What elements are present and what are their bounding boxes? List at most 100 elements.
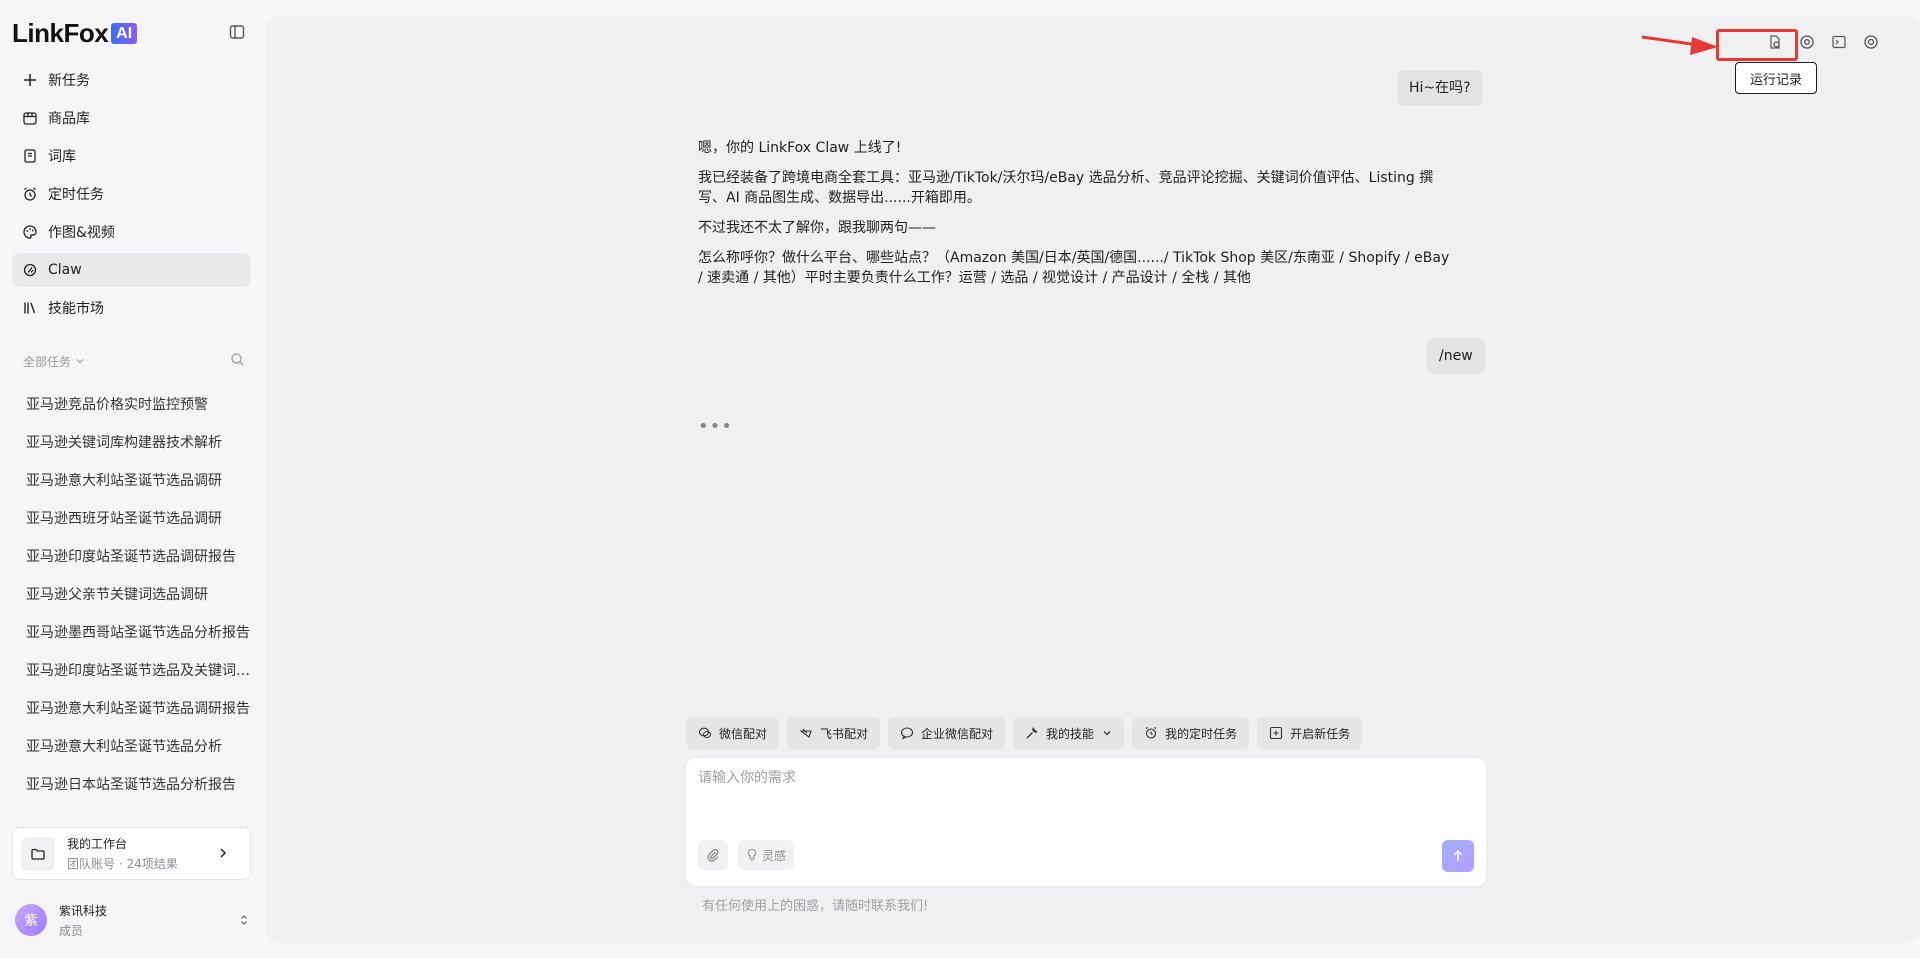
typing-indicator: ••• <box>698 416 733 437</box>
new-task-button[interactable]: 开启新任务 <box>1257 717 1363 749</box>
task-list-header: 全部任务 <box>23 351 245 371</box>
nav-item-claw[interactable]: Claw <box>12 253 251 287</box>
sidebar: LinkFox AI 新任务 商品库 词库 定时任务 作图&视频 Claw 技能… <box>0 0 264 958</box>
chevron-down-icon <box>76 359 84 364</box>
logo-text: LinkFox <box>12 18 109 48</box>
plus-icon <box>22 72 38 88</box>
avatar: 紫 <box>15 904 47 936</box>
top-toolbar <box>1766 33 1894 51</box>
task-item[interactable]: 亚马逊意大利站圣诞节选品调研 <box>14 462 254 500</box>
chevron-updown-icon <box>239 911 249 930</box>
quick-label: 飞书配对 <box>820 726 869 741</box>
nav-label: 新任务 <box>48 73 90 89</box>
quick-label: 开启新任务 <box>1290 726 1351 741</box>
task-item[interactable]: 亚马逊印度站圣诞节选品调研报告 <box>14 538 254 576</box>
sidebar-toggle-icon[interactable] <box>228 23 246 41</box>
search-icon[interactable] <box>230 352 245 371</box>
inspiration-button[interactable]: 灵感 <box>738 840 795 870</box>
alarm-clock-icon <box>22 186 38 202</box>
paperclip-icon <box>707 849 719 862</box>
quick-label: 我的定时任务 <box>1165 726 1238 741</box>
workspace-subtitle: 团队账号 · 24项结果 <box>67 857 178 871</box>
nav-item-new-task[interactable]: 新任务 <box>12 63 251 97</box>
send-button[interactable] <box>1442 840 1474 872</box>
user-text: 紫讯科技 成员 <box>59 902 239 939</box>
attach-button[interactable] <box>698 840 728 870</box>
run-history-tooltip: 运行记录 <box>1735 62 1817 94</box>
task-item[interactable]: 亚马逊关键词库构建器技术解析 <box>14 424 254 462</box>
quick-label: 企业微信配对 <box>921 726 994 741</box>
nav-item-skill-market[interactable]: 技能市场 <box>12 291 251 325</box>
chevron-right-icon <box>218 844 228 863</box>
alarm-clock-icon <box>1144 726 1158 740</box>
quick-actions: 微信配对 飞书配对 企业微信配对 我的技能 我的定时任务 开启新任务 <box>686 717 1370 749</box>
nav-item-lexicon[interactable]: 词库 <box>12 139 251 173</box>
wechat-icon <box>698 726 712 740</box>
nav-label: 作图&视频 <box>48 225 115 241</box>
quick-label: 微信配对 <box>719 726 768 741</box>
wecom-icon <box>900 726 914 740</box>
composer: 灵感 <box>686 758 1486 886</box>
wrench-icon <box>1025 726 1039 740</box>
user-role: 成员 <box>59 923 84 938</box>
user-name: 紫讯科技 <box>59 903 108 918</box>
terminal-icon[interactable] <box>1830 33 1848 51</box>
nav-label: 商品库 <box>48 111 90 127</box>
assistant-paragraph: 不过我还不太了解你，跟我聊两句—— <box>698 220 936 236</box>
target-icon[interactable] <box>1798 33 1816 51</box>
nav-label: 技能市场 <box>48 301 104 317</box>
nav-label: Claw <box>48 262 82 278</box>
nav-item-scheduled-tasks[interactable]: 定时任务 <box>12 177 251 211</box>
task-item[interactable]: 亚马逊意大利站圣诞节选品分析 <box>14 728 254 766</box>
run-history-icon[interactable] <box>1766 33 1784 51</box>
annotation-arrow <box>1640 33 1720 63</box>
main-nav: 新任务 商品库 词库 定时任务 作图&视频 Claw 技能市场 <box>12 63 251 329</box>
task-filter-dropdown[interactable]: 全部任务 <box>23 353 85 370</box>
nav-item-image-video[interactable]: 作图&视频 <box>12 215 251 249</box>
settings-icon[interactable] <box>1862 33 1880 51</box>
book-icon <box>22 148 38 164</box>
logo[interactable]: LinkFox AI <box>12 18 138 49</box>
user-message: Hi~在吗? <box>1397 70 1483 106</box>
arrow-up-icon <box>1453 849 1463 861</box>
user-message: /new <box>1427 338 1485 374</box>
task-item[interactable]: 亚马逊墨西哥站圣诞节选品分析报告 <box>14 614 254 652</box>
task-filter-label: 全部任务 <box>23 354 72 369</box>
task-item[interactable]: 亚马逊印度站圣诞节选品及关键词分析 <box>14 652 254 690</box>
prompt-input[interactable] <box>698 770 1458 786</box>
nav-label: 词库 <box>48 149 76 165</box>
my-skills-dropdown[interactable]: 我的技能 <box>1013 717 1125 749</box>
palette-icon <box>22 224 38 240</box>
feishu-icon <box>799 726 813 740</box>
folder-icon <box>21 836 55 871</box>
assistant-paragraph: 嗯，你的 LinkFox Claw 上线了! <box>698 140 902 156</box>
workspace-card[interactable]: 我的工作台 团队账号 · 24项结果 <box>12 827 251 880</box>
task-item[interactable]: 亚马逊意大利站圣诞节选品调研报告 <box>14 690 254 728</box>
plus-square-icon <box>1269 726 1283 740</box>
inspiration-label: 灵感 <box>762 848 787 863</box>
task-item[interactable]: 亚马逊日本站圣诞节选品分析报告 <box>14 766 254 804</box>
task-item[interactable]: 亚马逊竞品价格实时监控预警 <box>14 386 254 424</box>
assistant-paragraph: 我已经装备了跨境电商全套工具：亚马逊/TikTok/沃尔玛/eBay 选品分析、… <box>698 170 1434 206</box>
task-list: 亚马逊竞品价格实时监控预警 亚马逊关键词库构建器技术解析 亚马逊意大利站圣诞节选… <box>14 386 254 818</box>
lightbulb-icon <box>747 848 757 861</box>
assistant-message: 嗯，你的 LinkFox Claw 上线了! 我已经装备了跨境电商全套工具：亚马… <box>698 138 1458 298</box>
task-item[interactable]: 亚马逊父亲节关键词选品调研 <box>14 576 254 614</box>
chevron-down-icon <box>1103 731 1111 736</box>
quick-label: 我的技能 <box>1046 726 1095 741</box>
library-icon <box>22 300 38 316</box>
help-text: 有任何使用上的困惑，请随时联系我们! <box>702 899 929 914</box>
workspace-text: 我的工作台 团队账号 · 24项结果 <box>67 835 218 872</box>
wechat-pair-button[interactable]: 微信配对 <box>686 717 780 749</box>
logo-badge: AI <box>111 23 138 44</box>
user-profile[interactable]: 紫 紫讯科技 成员 <box>15 900 249 940</box>
claw-icon <box>22 262 38 278</box>
assistant-paragraph: 怎么称呼你？做什么平台、哪些站点？（Amazon 美国/日本/英国/德国....… <box>698 250 1450 286</box>
workspace-title: 我的工作台 <box>67 837 128 851</box>
feishu-pair-button[interactable]: 飞书配对 <box>787 717 881 749</box>
wecom-pair-button[interactable]: 企业微信配对 <box>888 717 1006 749</box>
nav-item-product-library[interactable]: 商品库 <box>12 101 251 135</box>
box-icon <box>22 110 38 126</box>
task-item[interactable]: 亚马逊西班牙站圣诞节选品调研 <box>14 500 254 538</box>
my-scheduled-tasks-button[interactable]: 我的定时任务 <box>1132 717 1250 749</box>
